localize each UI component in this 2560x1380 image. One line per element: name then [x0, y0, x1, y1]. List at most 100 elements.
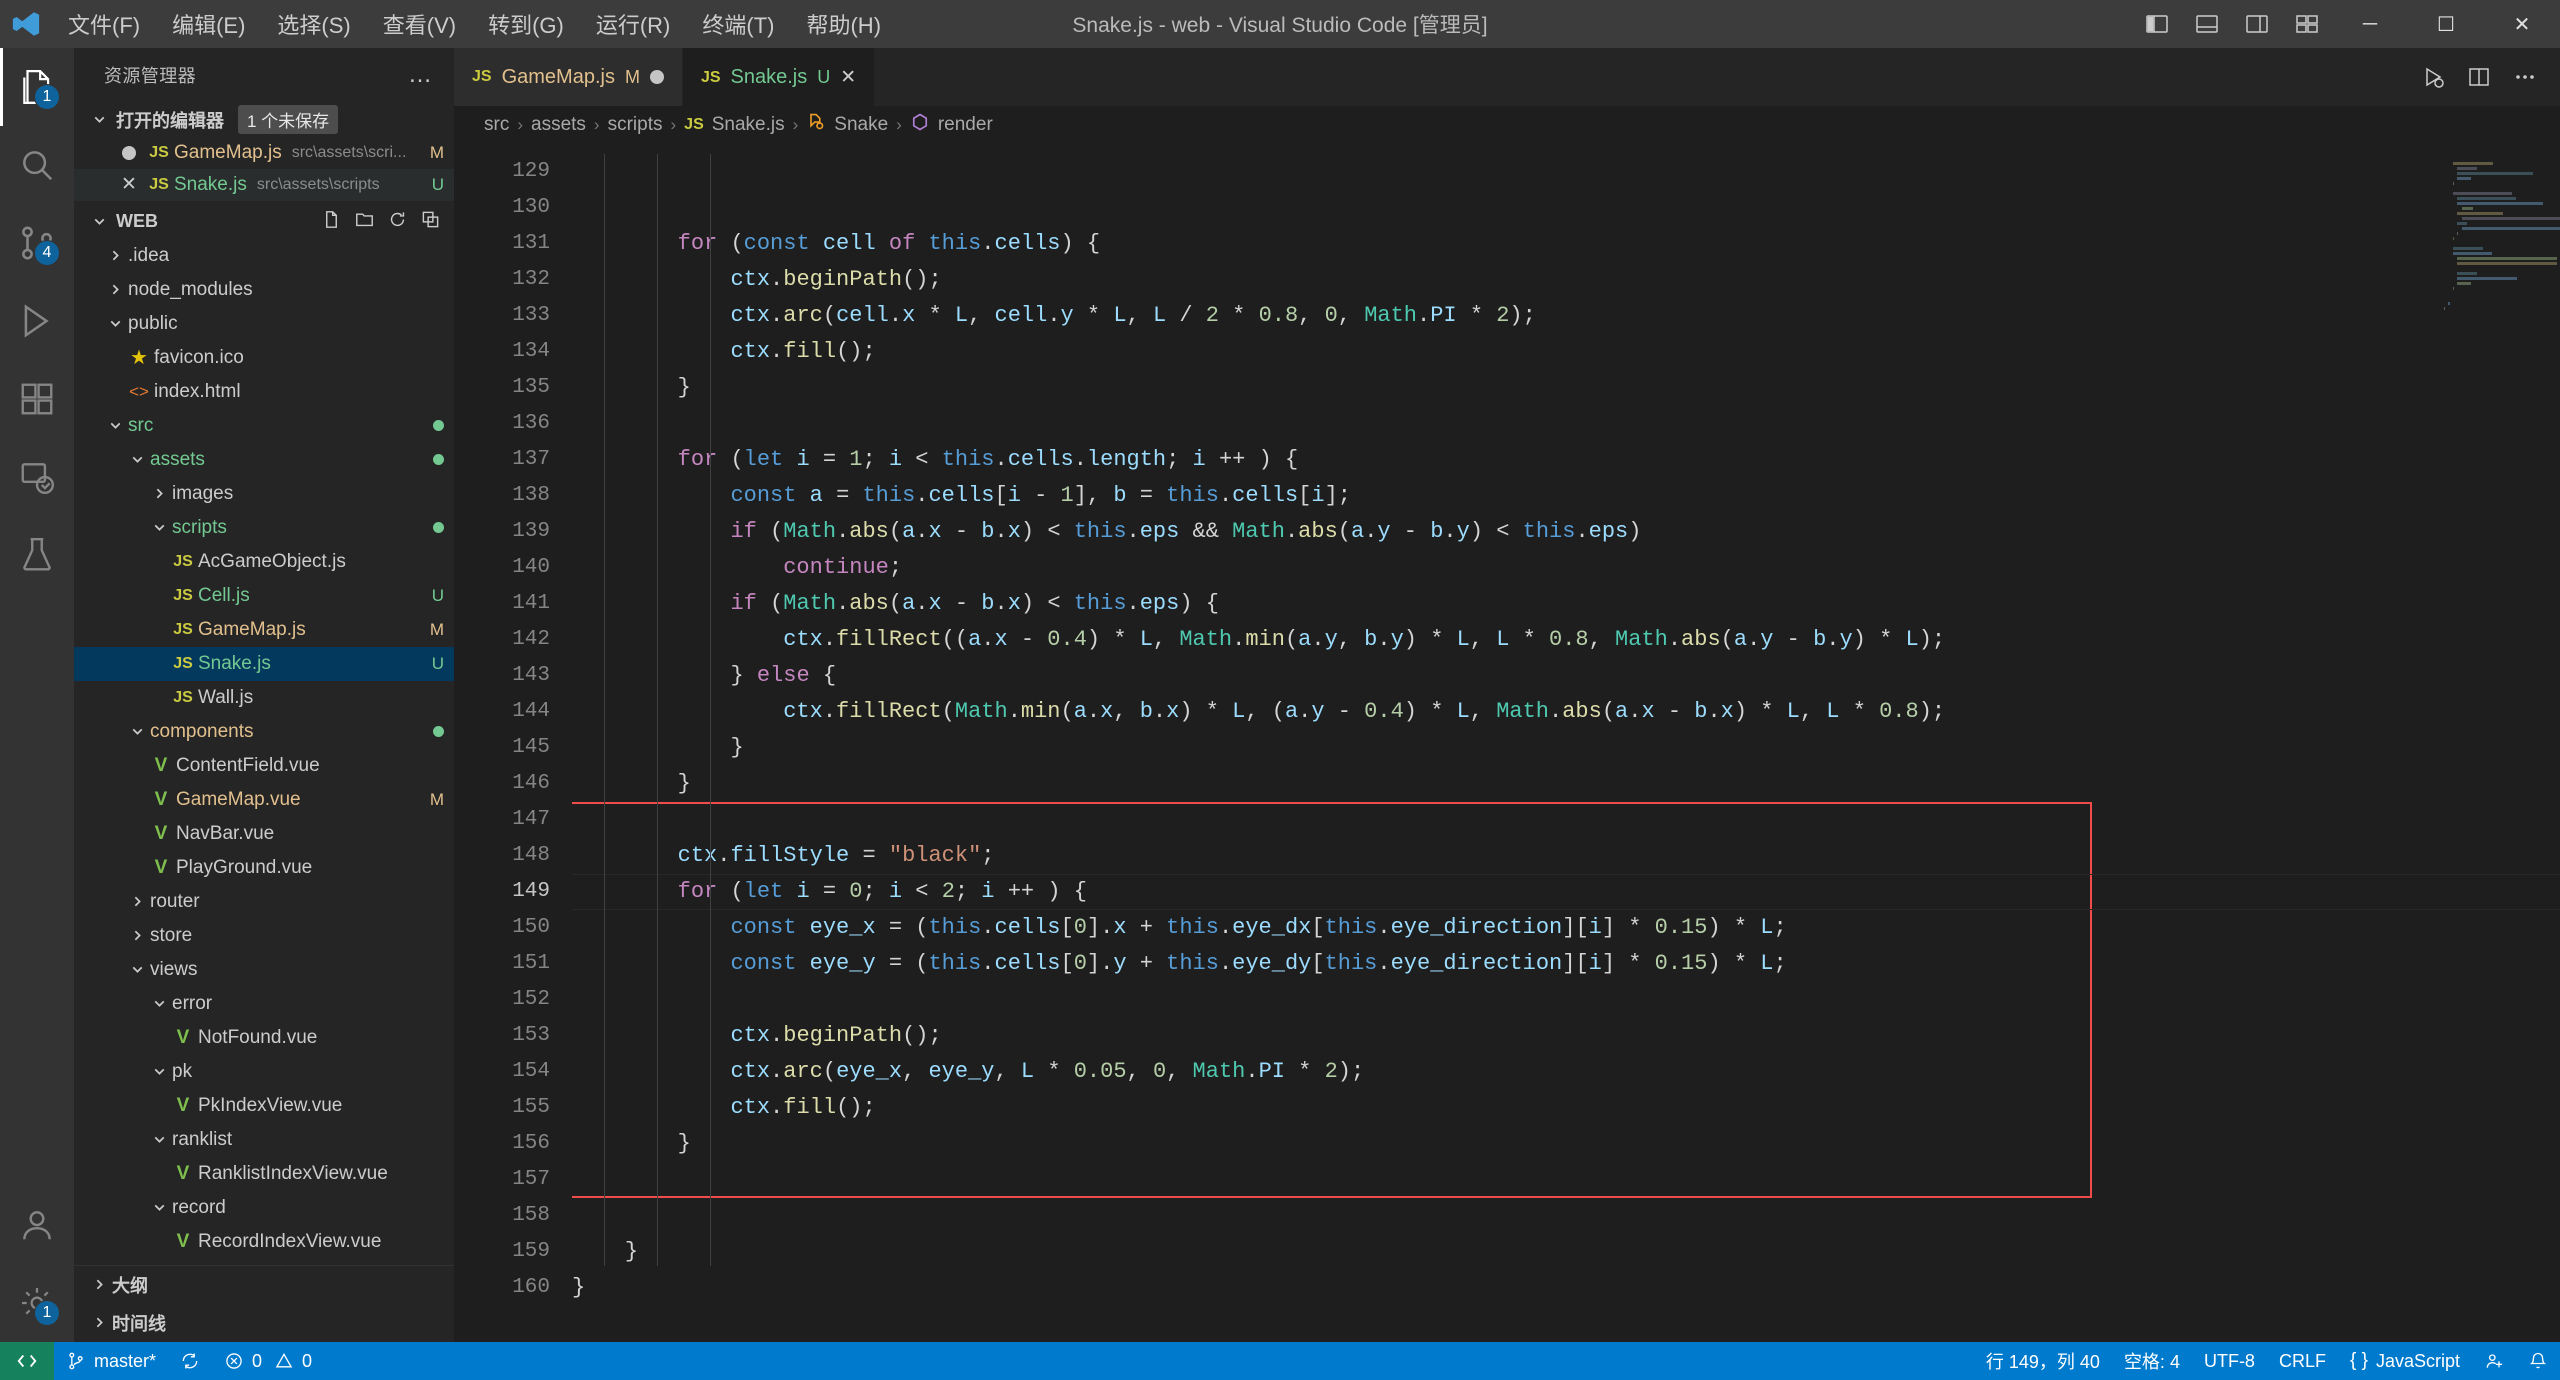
code-line[interactable]: } [572, 1270, 2560, 1306]
status-notifications-bell-icon[interactable] [2516, 1342, 2560, 1380]
menu-selection[interactable]: 选择(S) [261, 2, 366, 46]
code-line[interactable]: for (let i = 0; i < 2; i ++ ) { [572, 874, 2560, 910]
code-line[interactable]: if (Math.abs(a.x - b.x) < this.eps) { [572, 586, 2560, 622]
tree-folder-public[interactable]: public [74, 307, 454, 341]
code-line[interactable]: } [572, 1126, 2560, 1162]
breadcrumb-item-scripts[interactable]: scripts [608, 114, 663, 136]
status-warnings[interactable]: 0 [274, 1342, 324, 1380]
close-button[interactable]: ✕ [2484, 0, 2560, 48]
tree-folder-router[interactable]: router [74, 885, 454, 919]
open-editors-header[interactable]: 打开的编辑器 1 个未保存 [74, 103, 454, 137]
close-icon[interactable]: ✕ [114, 173, 144, 196]
tree-file-recordindexview-vue[interactable]: V RecordIndexView.vue [74, 1225, 454, 1259]
status-encoding[interactable]: UTF-8 [2192, 1342, 2267, 1380]
toggle-panel-icon[interactable] [2182, 0, 2232, 48]
menu-go[interactable]: 转到(G) [472, 2, 580, 46]
new-folder-icon[interactable] [355, 210, 374, 234]
code-line[interactable]: } else { [572, 658, 2560, 694]
activity-run-and-debug[interactable] [0, 282, 74, 360]
breadcrumb-item-render-method[interactable]: render [910, 112, 993, 138]
code-line[interactable]: for (let i = 1; i < this.cells.length; i… [572, 442, 2560, 478]
toggle-primary-sidebar-icon[interactable] [2132, 0, 2182, 48]
tree-folder-node-modules[interactable]: node_modules [74, 273, 454, 307]
code-line[interactable]: const a = this.cells[i - 1], b = this.ce… [572, 478, 2560, 514]
more-editor-actions-icon[interactable] [2504, 56, 2546, 98]
sidebar-more-actions-icon[interactable]: … [408, 61, 434, 89]
open-editor-gamemap[interactable]: JS GameMap.js src\assets\scri... M [74, 137, 454, 169]
editor-vertical-scrollbar[interactable] [2544, 144, 2560, 1342]
tab-gamemap-js[interactable]: JS GameMap.js M [454, 48, 683, 106]
code-line[interactable] [572, 406, 2560, 442]
code-line[interactable] [572, 1198, 2560, 1234]
status-live-share[interactable] [2472, 1342, 2516, 1380]
tree-file-wall-js[interactable]: JS Wall.js [74, 681, 454, 715]
code-line[interactable]: ctx.fill(); [572, 1090, 2560, 1126]
status-language-mode[interactable]: { } JavaScript [2338, 1342, 2472, 1380]
code-line[interactable]: ctx.beginPath(); [572, 1018, 2560, 1054]
toggle-secondary-sidebar-icon[interactable] [2232, 0, 2282, 48]
tree-file-gamemap-js[interactable]: JS GameMap.js M [74, 613, 454, 647]
breadcrumb-item-snake-js[interactable]: JS Snake.js [684, 114, 784, 136]
tree-file-snake-js[interactable]: JS Snake.js U [74, 646, 454, 681]
menu-file[interactable]: 文件(F) [52, 2, 156, 46]
code-line[interactable] [572, 1162, 2560, 1198]
tree-file-acgameobject-js[interactable]: JS AcGameObject.js [74, 545, 454, 579]
customize-layout-icon[interactable] [2282, 0, 2332, 48]
code-line[interactable]: } [572, 1234, 2560, 1270]
unsaved-dot-icon[interactable] [114, 145, 144, 160]
refresh-icon[interactable] [388, 210, 407, 234]
tree-folder-scripts[interactable]: scripts [74, 511, 454, 545]
status-indentation[interactable]: 空格: 4 [2112, 1342, 2192, 1380]
tree-folder-record[interactable]: record [74, 1191, 454, 1225]
status-branch[interactable]: master* [54, 1342, 168, 1380]
tree-file-notfound-vue[interactable]: V NotFound.vue [74, 1021, 454, 1055]
tree-folder-images[interactable]: images [74, 477, 454, 511]
code-line[interactable]: ctx.fillRect(Math.min(a.x, b.x) * L, (a.… [572, 694, 2560, 730]
menu-terminal[interactable]: 终端(T) [686, 2, 790, 46]
code-line[interactable]: ctx.arc(eye_x, eye_y, L * 0.05, 0, Math.… [572, 1054, 2560, 1090]
minimize-button[interactable]: ─ [2332, 0, 2408, 48]
minimap[interactable] [2444, 152, 2560, 462]
file-tree[interactable]: .idea node_modules public ★ favicon.ico <> ind… [74, 239, 454, 1265]
status-errors[interactable]: 0 [212, 1342, 274, 1380]
outline-section-header[interactable]: 大纲 [74, 1266, 454, 1304]
tree-folder-assets[interactable]: assets [74, 443, 454, 477]
code-line[interactable]: ctx.fillRect((a.x - 0.4) * L, Math.min(a… [572, 622, 2560, 658]
code-line[interactable] [572, 154, 2560, 190]
activity-extensions[interactable] [0, 360, 74, 438]
menu-run[interactable]: 运行(R) [580, 2, 687, 46]
status-sync[interactable] [168, 1342, 212, 1380]
split-editor-right-icon[interactable] [2458, 56, 2500, 98]
tree-file-index-html[interactable]: <> index.html [74, 375, 454, 409]
tree-file-favicon-ico[interactable]: ★ favicon.ico [74, 341, 454, 375]
tree-folder-store[interactable]: store [74, 919, 454, 953]
code-line[interactable]: const eye_y = (this.cells[0].y + this.ey… [572, 946, 2560, 982]
open-editor-snake[interactable]: ✕ JS Snake.js src\assets\scripts U [74, 168, 454, 201]
tree-file-gamemap-vue[interactable]: V GameMap.vue M [74, 783, 454, 817]
menu-edit[interactable]: 编辑(E) [156, 2, 261, 46]
tab-snake-js[interactable]: JS Snake.js U ✕ [682, 48, 876, 106]
tree-folder-src[interactable]: src [74, 409, 454, 443]
code-line[interactable]: continue; [572, 550, 2560, 586]
tree-file-ranklistindexview-vue[interactable]: V RanklistIndexView.vue [74, 1157, 454, 1191]
activity-source-control[interactable]: 4 [0, 204, 74, 282]
close-icon[interactable]: ✕ [840, 66, 856, 89]
remote-window-icon[interactable] [0, 1342, 54, 1380]
tree-folder-views[interactable]: views [74, 953, 454, 987]
activity-remote-explorer[interactable] [0, 438, 74, 516]
code-line[interactable]: } [572, 730, 2560, 766]
tree-file-cell-js[interactable]: JS Cell.js U [74, 579, 454, 613]
tree-file-pkindexview-vue[interactable]: V PkIndexView.vue [74, 1089, 454, 1123]
code-line[interactable]: for (const cell of this.cells) { [572, 226, 2560, 262]
workspace-header[interactable]: WEB [74, 205, 454, 239]
unsaved-dot-icon[interactable] [649, 70, 664, 84]
activity-testing[interactable] [0, 516, 74, 594]
collapse-all-icon[interactable] [421, 210, 440, 234]
maximize-button[interactable]: ☐ [2408, 0, 2484, 48]
tree-folder-components[interactable]: components [74, 715, 454, 749]
code-line[interactable]: const eye_x = (this.cells[0].x + this.ey… [572, 910, 2560, 946]
breadcrumb-item-src[interactable]: src [484, 114, 509, 136]
activity-manage-gear-icon[interactable]: 1 [0, 1264, 74, 1342]
code-line[interactable]: } [572, 766, 2560, 802]
status-eol[interactable]: CRLF [2267, 1342, 2338, 1380]
